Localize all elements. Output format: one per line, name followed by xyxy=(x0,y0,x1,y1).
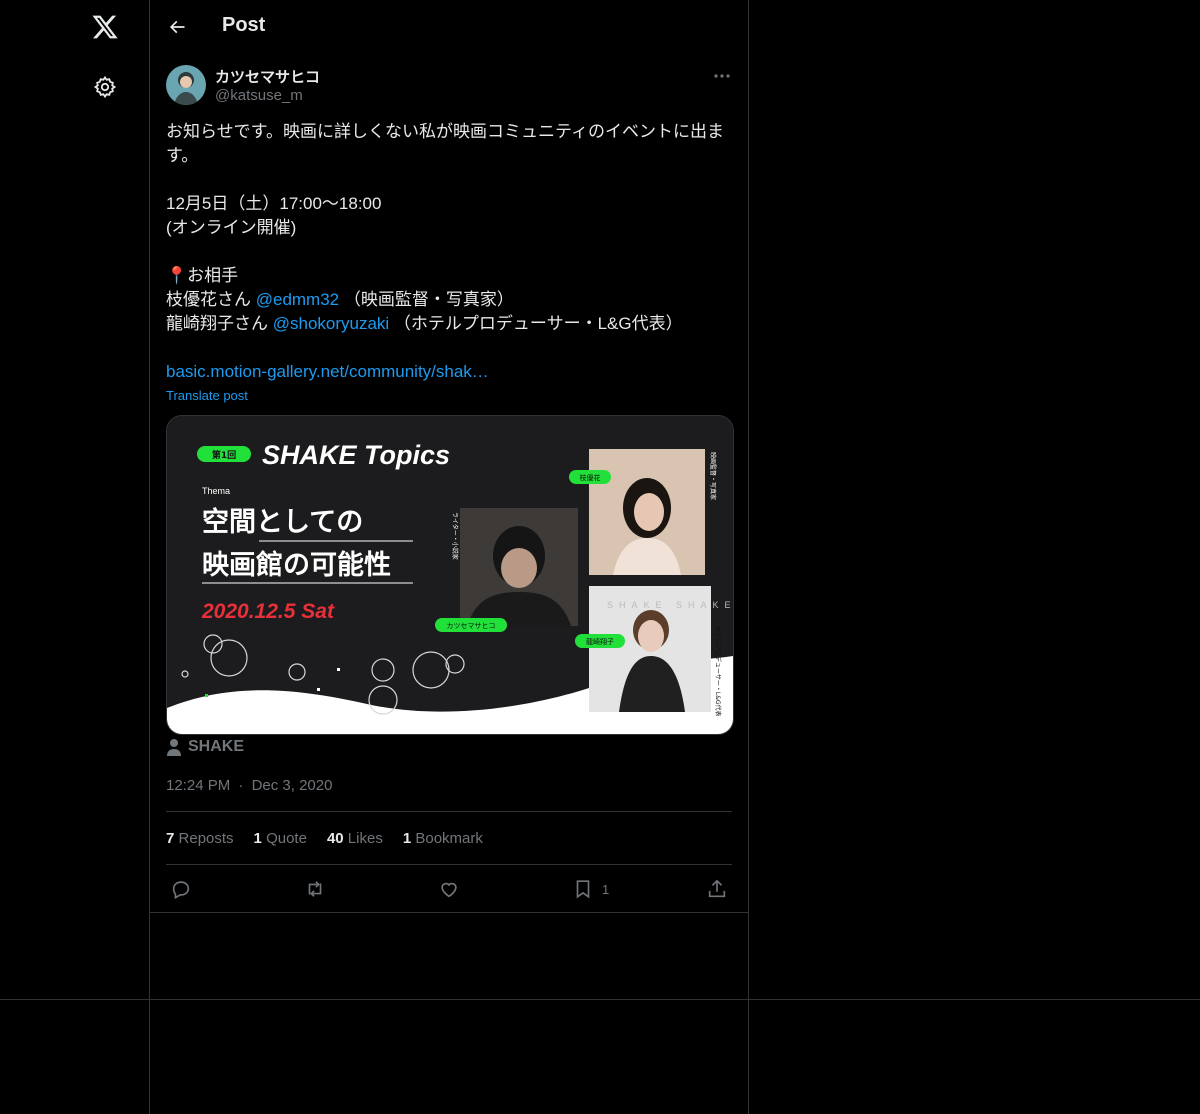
author-display-name[interactable]: カツセマサヒコ xyxy=(215,66,320,87)
media-headline-2: 映画館の可能性 xyxy=(202,549,391,581)
media-person1-tag: カツセマサヒコ xyxy=(447,622,496,630)
pin-emoji: 📍 xyxy=(166,266,188,285)
avatar[interactable] xyxy=(166,65,206,105)
likes-count: 40 xyxy=(326,830,344,847)
bookmarks-label: Bookmark xyxy=(415,830,483,847)
back-arrow-icon[interactable] xyxy=(164,12,190,42)
x-logo-icon[interactable] xyxy=(88,10,122,44)
quotes-stat[interactable]: 1 Quote xyxy=(254,830,307,847)
post-line-date: 12月5日（土）17:00〜18:00 xyxy=(166,194,382,213)
author-handle[interactable]: @katsuse_m xyxy=(215,87,303,104)
repost-button[interactable] xyxy=(304,876,326,902)
svg-text:SHAKE SHAKE: SHAKE SHAKE xyxy=(607,600,733,610)
main-column-right-border xyxy=(748,0,749,1114)
post-line-format: (オンライン開催) xyxy=(166,218,297,237)
more-icon[interactable] xyxy=(710,66,734,86)
guest2-role: （ホテルプロデューサー・L&G代表） xyxy=(389,314,683,333)
reposts-stat[interactable]: 7 Reposts xyxy=(166,830,234,847)
post-line-guest2: 龍崎翔子さん @shokoryuzaki （ホテルプロデューサー・L&G代表） xyxy=(166,312,734,336)
media-person3-role: ホテルプロデューサー・L&G代表 xyxy=(714,626,722,717)
divider xyxy=(166,864,732,865)
reposts-label: Reposts xyxy=(178,830,234,847)
bookmarks-stat[interactable]: 1 Bookmark xyxy=(403,830,483,847)
media-person3-tag: 龍崎翔子 xyxy=(586,637,614,646)
media-person2-role: 映画監督・写真家 xyxy=(709,452,717,500)
media-person2-tag: 枝優花 xyxy=(580,473,601,482)
media-brand: SHAKE Topics xyxy=(262,440,450,470)
share-button[interactable] xyxy=(706,876,728,902)
media-event-date: 2020.12.5 Sat xyxy=(201,600,335,623)
divider xyxy=(166,811,732,812)
post-header: Post xyxy=(150,0,748,54)
post-line-intro: お知らせです。映画に詳しくない私が映画コミュニティのイベントに出ます。 xyxy=(166,122,724,165)
settings-icon[interactable] xyxy=(90,72,120,102)
likes-stat[interactable]: 40 Likes xyxy=(327,830,383,847)
post-line-guest1: 枝優花さん @edmm32 （映画監督・写真家） xyxy=(166,288,734,312)
post-line-guests-heading: 📍お相手 xyxy=(166,264,734,288)
media-person1-role: ライター・小説家 xyxy=(451,512,459,560)
main-column-left-border xyxy=(149,0,150,1114)
post-time: 12:24 PM xyxy=(166,777,231,794)
page-bottom-divider xyxy=(0,999,1200,1000)
media-badge: 第1回 xyxy=(212,449,236,461)
timestamp-separator: · xyxy=(238,777,244,794)
tagged-account[interactable]: SHAKE xyxy=(166,738,244,756)
guest2-mention-link[interactable]: @shokoryuzaki xyxy=(273,314,389,333)
post-url-link[interactable]: basic.motion-gallery.net/community/shak… xyxy=(166,362,489,381)
page-title: Post xyxy=(222,14,266,36)
media-headline-1: 空間としての xyxy=(202,506,363,538)
post-timestamp[interactable]: 12:24 PM · Dec 3, 2020 xyxy=(166,777,332,794)
like-button[interactable] xyxy=(438,876,460,902)
post-stats: 7 Reposts 1 Quote 40 Likes 1 Bookmark xyxy=(166,830,483,847)
reply-button[interactable] xyxy=(170,876,192,902)
bookmarks-count: 1 xyxy=(402,830,412,847)
quotes-label: Quote xyxy=(266,830,307,847)
post-media-image[interactable]: SHAKE SHAKE 第1回 SHAKE Topics Thema 空間として… xyxy=(166,415,734,735)
guest1-role: （映画監督・写真家） xyxy=(339,290,514,309)
quotes-count: 1 xyxy=(253,830,262,847)
bookmark-icon xyxy=(576,880,590,899)
like-icon xyxy=(441,882,457,898)
reply-icon xyxy=(172,881,190,900)
media-thema-label: Thema xyxy=(202,486,230,496)
tagged-account-name: SHAKE xyxy=(188,738,245,755)
guest1-mention-link[interactable]: @edmm32 xyxy=(256,290,339,309)
post-text: お知らせです。映画に詳しくない私が映画コミュニティのイベントに出ます。 12月5… xyxy=(166,120,734,384)
post-date: Dec 3, 2020 xyxy=(251,777,333,794)
post-bottom-divider xyxy=(150,912,748,913)
bookmark-button[interactable]: 1 xyxy=(572,876,609,902)
guests-heading: お相手 xyxy=(187,266,239,285)
reposts-count: 7 xyxy=(166,830,175,847)
guest2-name: 龍崎翔子さん xyxy=(166,314,273,333)
repost-icon xyxy=(308,881,322,897)
share-icon xyxy=(708,879,726,898)
person-icon xyxy=(167,739,181,756)
likes-label: Likes xyxy=(347,830,383,847)
guest1-name: 枝優花さん xyxy=(166,290,256,309)
bookmark-count: 1 xyxy=(602,881,610,897)
translate-post-link[interactable]: Translate post xyxy=(166,388,248,403)
